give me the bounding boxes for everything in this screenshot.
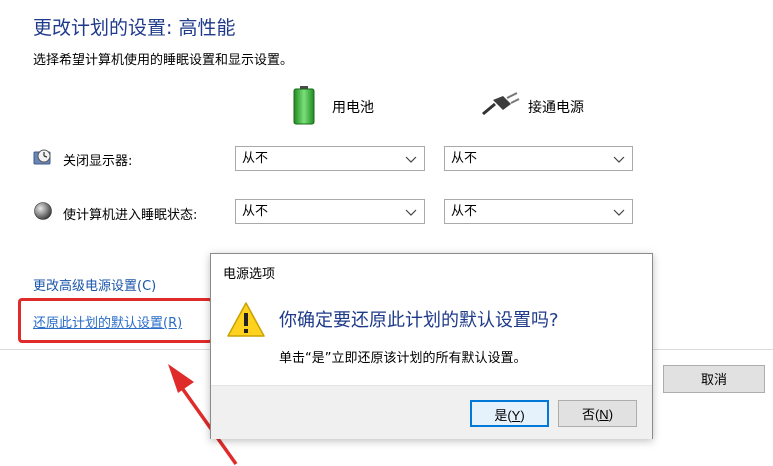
setting-label-display-off: 关闭显示器: (63, 154, 133, 169)
battery-icon (293, 86, 315, 125)
sleep-plugged-select[interactable]: 从不 (444, 199, 633, 224)
confirm-dialog: 电源选项 你确定要还原此计划的默认设置吗? 单击“是”立即还原该计划的所有默认设… (210, 253, 653, 439)
yes-label: 是( (494, 408, 512, 423)
dialog-title: 电源选项 (223, 267, 276, 282)
sleep-battery-select[interactable]: 从不 (235, 199, 425, 224)
yes-suffix: ) (520, 408, 525, 423)
monitor-clock-icon (33, 149, 51, 165)
column-label-plugged-in: 接通电源 (528, 100, 584, 116)
chevron-down-icon (613, 209, 625, 216)
highlight-box (18, 298, 213, 343)
no-accelerator: N (599, 407, 609, 422)
power-plug-icon (482, 92, 520, 116)
dialog-message: 单击“是”立即还原该计划的所有默认设置。 (279, 351, 527, 366)
setting-label-sleep: 使计算机进入睡眠状态: (63, 208, 198, 223)
cancel-button[interactable]: 取消 (663, 365, 765, 393)
display-off-plugged-select[interactable]: 从不 (444, 146, 633, 171)
dialog-heading: 你确定要还原此计划的默认设置吗? (279, 310, 559, 331)
no-label: 否( (581, 407, 600, 422)
sleep-battery-value: 从不 (242, 204, 269, 219)
column-label-battery: 用电池 (332, 100, 374, 116)
advanced-power-settings-link[interactable]: 更改高级电源设置(C) (33, 275, 156, 294)
chevron-down-icon (405, 209, 417, 216)
chevron-down-icon (405, 156, 417, 163)
display-off-battery-value: 从不 (242, 151, 269, 166)
no-button[interactable]: 否(N) (558, 400, 637, 427)
no-suffix: ) (608, 407, 614, 422)
display-off-plugged-value: 从不 (451, 151, 478, 166)
page-title: 更改计划的设置: 高性能 (33, 17, 236, 39)
warning-icon (227, 302, 265, 337)
sleep-plugged-value: 从不 (451, 204, 478, 219)
chevron-down-icon (613, 156, 625, 163)
moon-sleep-icon (34, 202, 52, 220)
dialog-footer: 是(Y) 否(N) (211, 385, 652, 439)
yes-button[interactable]: 是(Y) (470, 400, 549, 427)
page-subtitle: 选择希望计算机使用的睡眠设置和显示设置。 (33, 53, 294, 68)
display-off-battery-select[interactable]: 从不 (235, 146, 425, 171)
